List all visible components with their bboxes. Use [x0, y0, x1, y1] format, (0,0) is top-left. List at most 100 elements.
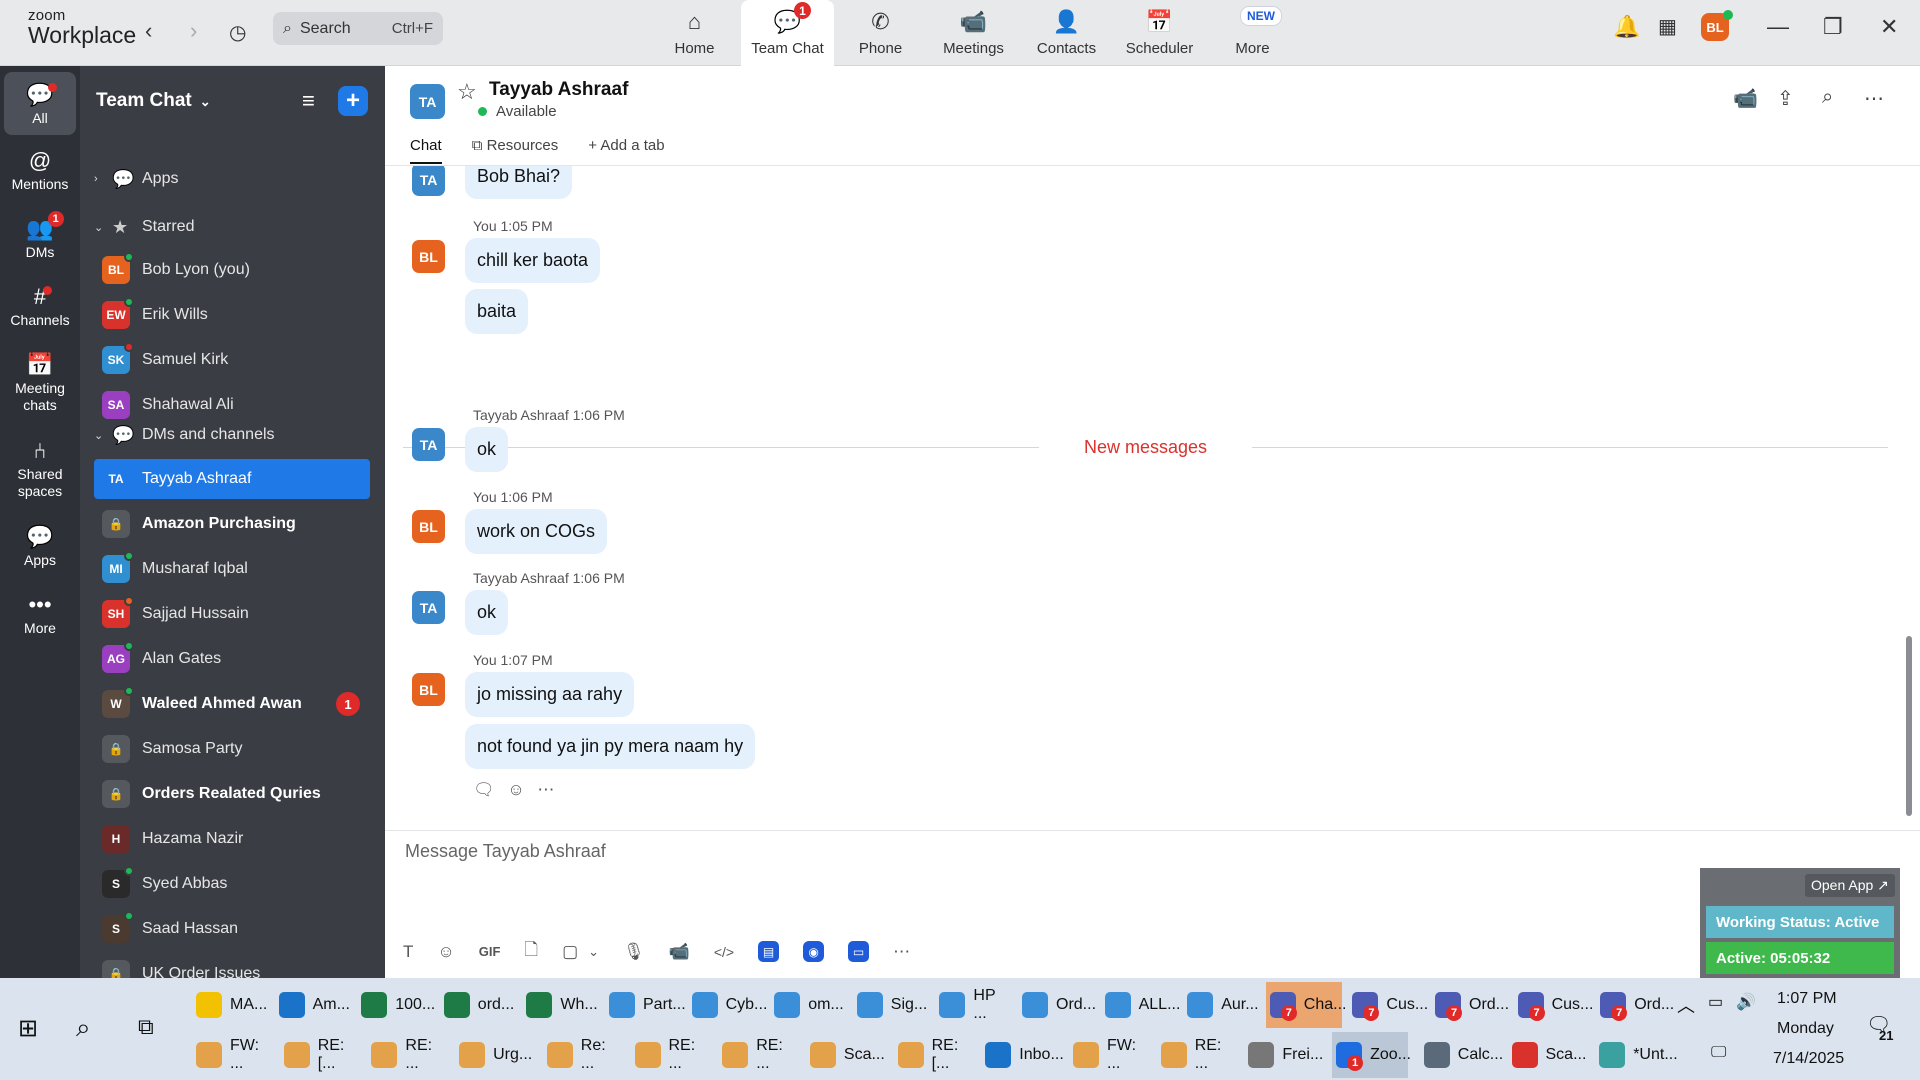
- message-bubble[interactable]: jo missing aa rahy: [465, 672, 635, 717]
- taskbar-app-button[interactable]: Inbo...: [981, 1032, 1064, 1078]
- taskbar-app-button[interactable]: RE: ...: [1157, 1032, 1233, 1078]
- message-bubble[interactable]: work on COGs: [465, 509, 608, 554]
- message-bubble[interactable]: ok: [465, 427, 509, 472]
- sidebar-section-dms[interactable]: ⌄ 💬 DMs and channels: [94, 415, 370, 455]
- app-icon-whiteboard[interactable]: ◉: [803, 941, 825, 962]
- open-app-button[interactable]: Open App ↗: [1805, 874, 1895, 897]
- sidebar-item[interactable]: H Hazama Nazir: [94, 819, 370, 859]
- sidebar-section-apps[interactable]: › 💬 Apps: [94, 159, 370, 199]
- taskbar-app-button[interactable]: 7 Ord...: [1431, 982, 1509, 1028]
- message-bubble[interactable]: baita: [465, 289, 529, 334]
- taskbar-app-button[interactable]: RE: ...: [367, 1032, 443, 1078]
- taskbar-app-button[interactable]: Re: ...: [543, 1032, 619, 1078]
- taskbar-app-button[interactable]: Urg...: [455, 1032, 532, 1078]
- message-bubble[interactable]: not found ya jin py mera naam hy: [465, 724, 756, 769]
- taskbar-app-button[interactable]: FW: ...: [192, 1032, 268, 1078]
- taskbar-app-button[interactable]: 1 Zoo...: [1332, 1032, 1411, 1078]
- video-call-icon[interactable]: 📹: [1733, 86, 1758, 111]
- sidebar-item[interactable]: 🔒 Amazon Purchasing: [94, 504, 370, 544]
- taskbar-app-button[interactable]: Ord...: [1018, 982, 1096, 1028]
- sidebar-item[interactable]: MI Musharaf Iqbal: [94, 549, 370, 589]
- taskbar-app-button[interactable]: RE: [...: [894, 1032, 970, 1078]
- taskbar-app-button[interactable]: Aur...: [1183, 982, 1259, 1028]
- taskbar-app-button[interactable]: *Unt...: [1595, 1032, 1678, 1078]
- taskbar-app-button[interactable]: Sig...: [853, 982, 929, 1028]
- new-chat-button[interactable]: +: [338, 86, 368, 116]
- message-bubble[interactable]: ok: [465, 590, 509, 635]
- more-options-icon[interactable]: ⋯: [537, 780, 554, 799]
- left-nav-mentions[interactable]: @ Mentions: [0, 146, 80, 193]
- close-icon[interactable]: ✕: [1880, 14, 1898, 40]
- reply-icon[interactable]: 🗨: [473, 780, 495, 799]
- more-apps-icon[interactable]: ⋯: [893, 942, 910, 962]
- left-nav-shared-spaces[interactable]: ⑃ Shared spaces: [0, 436, 80, 500]
- taskbar-app-button[interactable]: ord...: [440, 982, 516, 1028]
- sidebar-item[interactable]: 🔒 Samosa Party: [94, 729, 370, 769]
- code-snippet-icon[interactable]: </>: [714, 944, 734, 960]
- search-icon[interactable]: ⌕: [76, 1012, 91, 1044]
- history-icon[interactable]: ◷: [229, 20, 246, 45]
- taskbar-app-button[interactable]: Part...: [605, 982, 686, 1028]
- sidebar-item[interactable]: S Syed Abbas: [94, 864, 370, 904]
- search-icon[interactable]: ⌕: [1822, 86, 1833, 109]
- taskbar-app-button[interactable]: om...: [770, 982, 846, 1028]
- star-outline-icon[interactable]: ☆: [457, 79, 477, 105]
- microphone-icon[interactable]: 🎙: [623, 942, 645, 962]
- volume-icon[interactable]: 🔊: [1736, 992, 1756, 1012]
- tab-team-chat[interactable]: 💬 Team Chat 1: [741, 0, 834, 66]
- windows-start-icon[interactable]: ⊞: [18, 1014, 38, 1043]
- taskbar-app-button[interactable]: Sca...: [806, 1032, 885, 1078]
- taskbar-app-button[interactable]: 7 Cus...: [1348, 982, 1428, 1028]
- scrollbar-thumb[interactable]: [1906, 636, 1912, 816]
- file-icon[interactable]: 🗋: [524, 937, 538, 966]
- text-format-icon[interactable]: T: [403, 942, 413, 962]
- taskbar-app-button[interactable]: 7 Cus...: [1514, 982, 1593, 1028]
- sidebar-item[interactable]: S Saad Hassan: [94, 909, 370, 949]
- gif-icon[interactable]: GIF: [479, 944, 501, 959]
- video-message-icon[interactable]: 📹: [669, 942, 690, 962]
- sidebar-section-starred[interactable]: ⌄ ★ Starred: [94, 207, 370, 247]
- tab-home[interactable]: ⌂ Home: [648, 0, 741, 66]
- battery-icon[interactable]: ▭: [1708, 992, 1723, 1012]
- taskbar-app-button[interactable]: MA...: [192, 982, 268, 1028]
- message-scrollbar[interactable]: [1906, 176, 1912, 826]
- sidebar-item[interactable]: AG Alan Gates: [94, 639, 370, 679]
- network-icon[interactable]: 🖵: [1711, 1044, 1726, 1062]
- chevron-down-icon[interactable]: ⌄: [588, 944, 599, 960]
- tab-phone[interactable]: ✆ Phone: [834, 0, 927, 66]
- emoji-icon[interactable]: ☺: [437, 942, 454, 962]
- forward-arrow-icon[interactable]: ›: [190, 18, 197, 44]
- taskbar-app-button[interactable]: RE: ...: [631, 1032, 707, 1078]
- tab-more[interactable]: ⋯ More NEW: [1206, 0, 1299, 66]
- clock-time[interactable]: 1:07 PM: [1777, 990, 1837, 1008]
- share-screen-icon[interactable]: ⇪: [1777, 86, 1794, 111]
- left-nav-all[interactable]: 💬 All: [4, 72, 76, 135]
- taskbar-app-button[interactable]: Wh...: [522, 982, 598, 1028]
- tab-meetings[interactable]: 📹 Meetings: [927, 0, 1020, 66]
- taskbar-app-button[interactable]: RE: [...: [280, 1032, 356, 1078]
- tab-scheduler[interactable]: 📅 Scheduler: [1113, 0, 1206, 66]
- left-nav-more[interactable]: ••• More: [0, 590, 80, 637]
- taskbar-app-button[interactable]: 7 Cha...: [1265, 982, 1346, 1028]
- chevron-up-icon[interactable]: ︿: [1677, 992, 1695, 1018]
- sidebar-item[interactable]: SK Samuel Kirk: [94, 340, 370, 380]
- add-reaction-icon[interactable]: ☺: [507, 780, 524, 799]
- taskbar-app-button[interactable]: Sca...: [1508, 1032, 1586, 1078]
- left-nav-apps[interactable]: 💬 Apps: [0, 522, 80, 569]
- taskbar-app-button[interactable]: HP ...: [935, 982, 1011, 1028]
- taskbar-app-button[interactable]: FW: ...: [1069, 1032, 1145, 1078]
- taskbar-app-button[interactable]: 7 Ord...: [1596, 982, 1674, 1028]
- left-nav-channels[interactable]: # Channels: [0, 282, 80, 329]
- restore-icon[interactable]: ❐: [1823, 14, 1843, 40]
- tab-resources[interactable]: ⧉ Resources: [472, 137, 559, 164]
- sidebar-item[interactable]: W Waleed Ahmed Awan 1: [94, 684, 370, 724]
- sidebar-item[interactable]: SH Sajjad Hussain: [94, 594, 370, 634]
- message-bubble[interactable]: Bob Bhai?: [465, 166, 573, 199]
- left-nav-dms[interactable]: 👥 1 DMs: [0, 211, 80, 261]
- taskbar-app-button[interactable]: Frei...: [1244, 1032, 1323, 1078]
- back-arrow-icon[interactable]: ‹: [145, 18, 152, 44]
- sidebar-item[interactable]: EW Erik Wills: [94, 295, 370, 335]
- contact-name[interactable]: Tayyab Ashraaf: [489, 79, 628, 101]
- tab-chat[interactable]: Chat: [410, 137, 442, 164]
- taskbar-app-button[interactable]: 100...: [357, 982, 435, 1028]
